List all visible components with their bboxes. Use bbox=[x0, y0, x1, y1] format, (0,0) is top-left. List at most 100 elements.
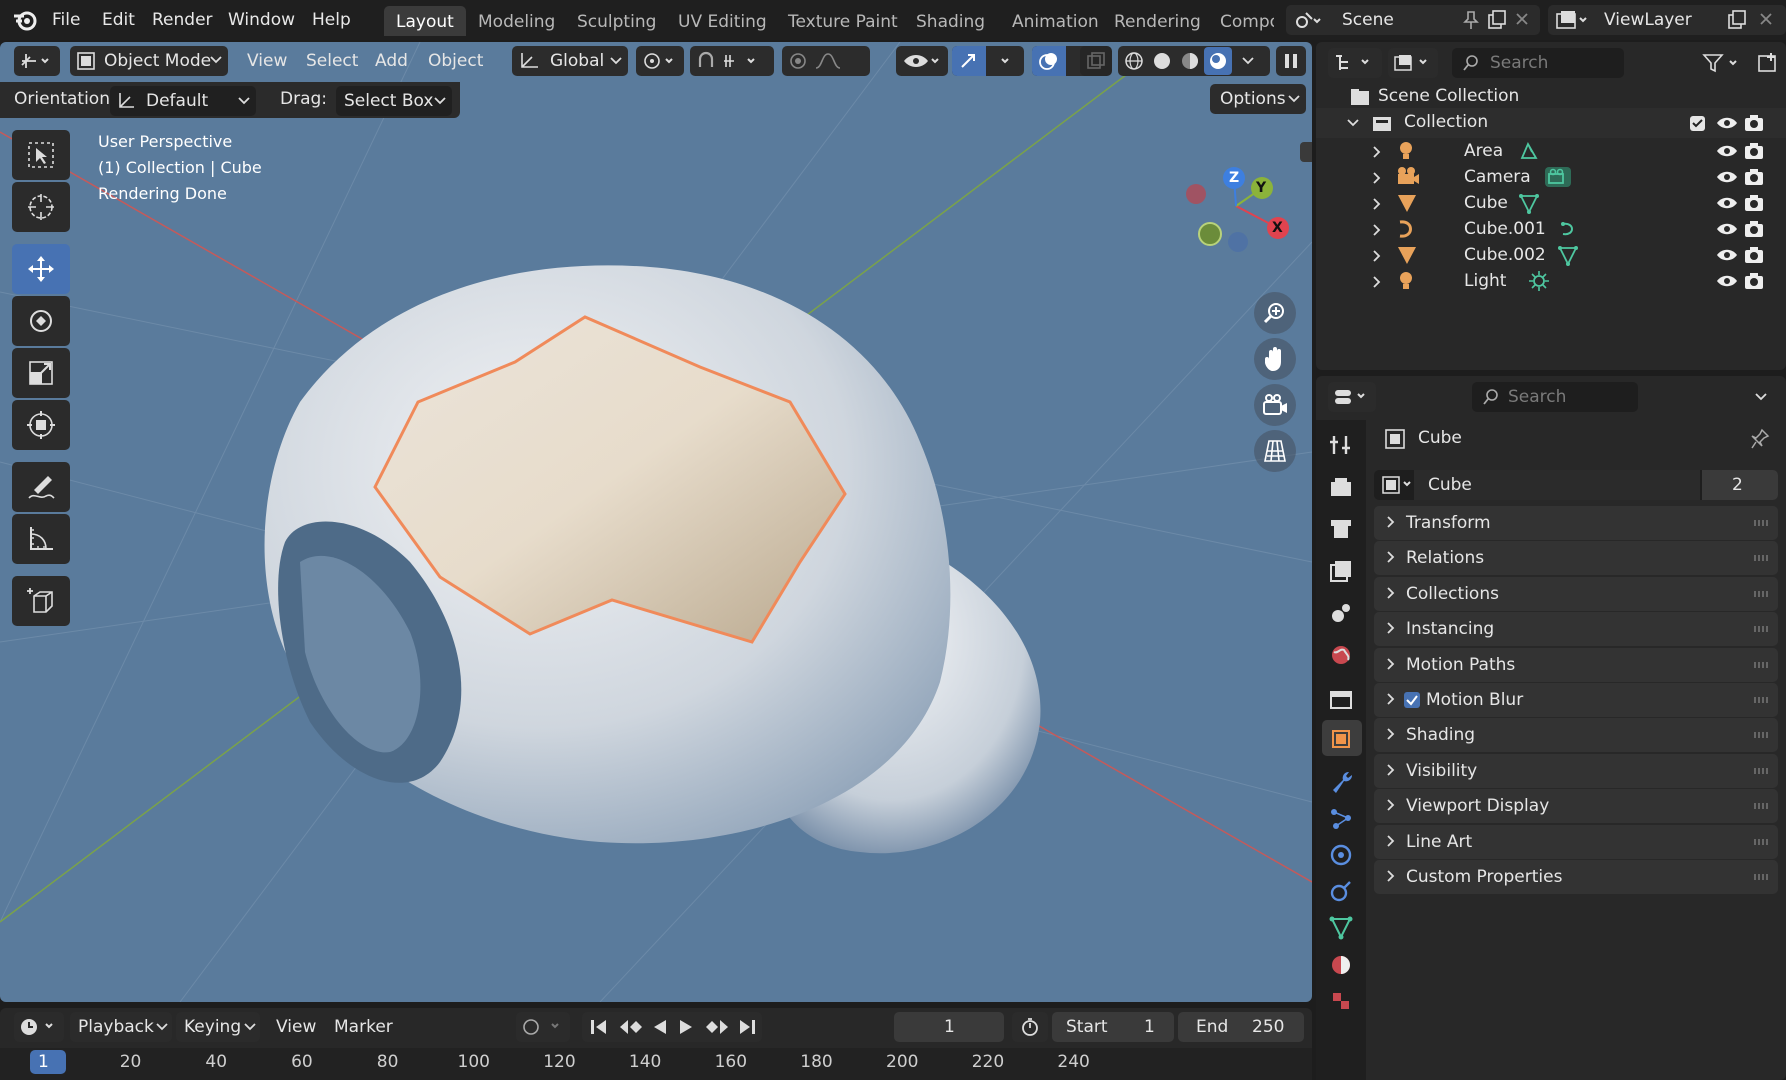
menu-add[interactable]: Add bbox=[375, 51, 408, 71]
texture-tab-icon[interactable] bbox=[1326, 986, 1356, 1016]
tab-texture-paint[interactable]: Texture Paint bbox=[776, 6, 910, 36]
outliner-collection-row[interactable]: Collection bbox=[1316, 108, 1786, 138]
play-icon[interactable] bbox=[678, 1019, 694, 1035]
new-scene-icon[interactable] bbox=[1486, 9, 1508, 31]
render-camera-icon[interactable] bbox=[1744, 194, 1764, 212]
close-view-layer-icon[interactable] bbox=[1758, 11, 1774, 27]
new-collection-icon[interactable] bbox=[1756, 50, 1780, 74]
move-tool[interactable] bbox=[12, 244, 70, 294]
jump-keyframe-forward-icon[interactable] bbox=[704, 1019, 730, 1035]
panel-collections[interactable]: Collections bbox=[1374, 576, 1778, 611]
chevron-right-icon[interactable] bbox=[1372, 197, 1382, 211]
drag-grip-icon[interactable] bbox=[1754, 874, 1770, 880]
view-layer-selector[interactable]: ViewLayer bbox=[1548, 5, 1786, 35]
zoom-button[interactable] bbox=[1254, 292, 1296, 334]
outliner-item-cube-002[interactable]: Cube.002 bbox=[1316, 242, 1786, 268]
drag-grip-icon[interactable] bbox=[1754, 838, 1770, 845]
render-tab-icon[interactable] bbox=[1326, 472, 1356, 502]
panel-line-art[interactable]: Line Art bbox=[1374, 824, 1778, 859]
chevron-right-icon[interactable] bbox=[1372, 171, 1382, 185]
menu-render[interactable]: Render bbox=[152, 10, 213, 30]
eye-icon[interactable] bbox=[1716, 273, 1738, 289]
world-tab-icon[interactable] bbox=[1326, 640, 1356, 670]
outliner-search-input[interactable]: Search bbox=[1452, 48, 1624, 78]
chevron-down-icon[interactable] bbox=[1346, 118, 1360, 128]
mode-dropdown[interactable]: Object Mode bbox=[70, 46, 228, 76]
mesh-data-icon[interactable] bbox=[1557, 244, 1579, 266]
mesh-data-icon[interactable] bbox=[1518, 192, 1540, 214]
camera-view-button[interactable] bbox=[1254, 384, 1296, 426]
current-frame-field[interactable]: 1 bbox=[894, 1012, 1004, 1042]
object-tab-icon[interactable] bbox=[1326, 724, 1356, 754]
view-layer-tab-icon[interactable] bbox=[1326, 556, 1356, 586]
ortho-perspective-button[interactable] bbox=[1254, 430, 1296, 472]
panel-motion-blur[interactable]: Motion Blur bbox=[1374, 683, 1778, 717]
eye-icon[interactable] bbox=[1716, 169, 1738, 185]
physics-tab-icon[interactable] bbox=[1326, 840, 1356, 870]
playback-menu[interactable]: Playback bbox=[70, 1012, 172, 1042]
measure-tool[interactable] bbox=[12, 514, 70, 564]
menu-edit[interactable]: Edit bbox=[102, 10, 135, 30]
blender-logo-icon[interactable] bbox=[12, 8, 38, 32]
drag-grip-icon[interactable] bbox=[1754, 555, 1770, 562]
render-camera-icon[interactable] bbox=[1744, 114, 1764, 132]
menu-help[interactable]: Help bbox=[312, 10, 351, 30]
scene-selector[interactable]: Scene bbox=[1286, 5, 1540, 35]
material-shading-icon[interactable] bbox=[1180, 51, 1200, 71]
tab-compositing[interactable]: Compo bbox=[1208, 6, 1274, 36]
eye-icon[interactable] bbox=[1716, 221, 1738, 237]
material-tab-icon[interactable] bbox=[1326, 950, 1356, 980]
tab-shading[interactable]: Shading bbox=[904, 6, 997, 36]
snapping-button[interactable] bbox=[690, 46, 774, 76]
scale-tool[interactable] bbox=[12, 348, 70, 398]
add-cube-tool[interactable] bbox=[12, 576, 70, 626]
outliner-item-area[interactable]: Area bbox=[1316, 138, 1786, 164]
pin-icon[interactable] bbox=[1462, 10, 1480, 30]
pan-button[interactable] bbox=[1254, 338, 1296, 380]
3d-viewport[interactable]: Object Mode View Select Add Object Globa… bbox=[0, 42, 1312, 1002]
menu-select[interactable]: Select bbox=[306, 51, 358, 71]
jump-start-icon[interactable] bbox=[590, 1019, 608, 1035]
eye-icon[interactable] bbox=[1716, 247, 1738, 263]
properties-search-input[interactable]: Search bbox=[1472, 382, 1638, 412]
drag-grip-icon[interactable] bbox=[1754, 732, 1770, 739]
panel-shading[interactable]: Shading bbox=[1374, 718, 1778, 753]
tool-tab-icon[interactable] bbox=[1326, 430, 1356, 460]
jump-end-icon[interactable] bbox=[738, 1019, 756, 1035]
menu-object[interactable]: Object bbox=[428, 51, 483, 71]
keying-menu[interactable]: Keying bbox=[176, 1012, 260, 1042]
eye-icon[interactable] bbox=[1716, 195, 1738, 211]
timeline-marker-menu[interactable]: Marker bbox=[334, 1017, 393, 1037]
outliner-item-cube[interactable]: Cube bbox=[1316, 190, 1786, 216]
eye-icon[interactable] bbox=[1716, 115, 1738, 131]
sidebar-toggle-arrow[interactable] bbox=[1300, 142, 1312, 162]
tab-rendering[interactable]: Rendering bbox=[1102, 6, 1213, 36]
shading-mode-group[interactable] bbox=[1118, 46, 1270, 76]
rotate-tool[interactable] bbox=[12, 296, 70, 346]
close-icon[interactable] bbox=[1514, 11, 1530, 27]
menu-view[interactable]: View bbox=[247, 51, 287, 71]
properties-editor-type[interactable] bbox=[1328, 382, 1376, 412]
visibility-dropdown[interactable] bbox=[896, 46, 948, 76]
drag-grip-icon[interactable] bbox=[1754, 767, 1770, 774]
preview-range-toggle[interactable] bbox=[1012, 1012, 1048, 1042]
output-tab-icon[interactable] bbox=[1326, 514, 1356, 544]
chevron-down-icon[interactable] bbox=[1754, 392, 1768, 402]
filter-icon[interactable] bbox=[1702, 52, 1742, 74]
data-mesh-tab-icon[interactable] bbox=[1326, 912, 1356, 942]
panel-custom-properties[interactable]: Custom Properties bbox=[1374, 860, 1778, 894]
jump-keyframe-back-icon[interactable] bbox=[618, 1019, 644, 1035]
drag-grip-icon[interactable] bbox=[1754, 520, 1770, 526]
scene-tab-icon[interactable] bbox=[1326, 598, 1356, 628]
play-reverse-icon[interactable] bbox=[652, 1019, 668, 1035]
sun-data-icon[interactable] bbox=[1528, 270, 1550, 292]
rendered-shading-icon[interactable] bbox=[1208, 51, 1228, 71]
navigation-gizmo[interactable] bbox=[1174, 148, 1294, 268]
select-box-tool[interactable] bbox=[12, 130, 70, 180]
display-mode-dropdown[interactable] bbox=[1388, 48, 1438, 78]
constraints-tab-icon[interactable] bbox=[1326, 876, 1356, 906]
camera-data-icon[interactable] bbox=[1544, 166, 1572, 188]
panel-visibility[interactable]: Visibility bbox=[1374, 753, 1778, 788]
annotate-tool[interactable] bbox=[12, 462, 70, 512]
pivot-point-button[interactable] bbox=[636, 46, 684, 76]
